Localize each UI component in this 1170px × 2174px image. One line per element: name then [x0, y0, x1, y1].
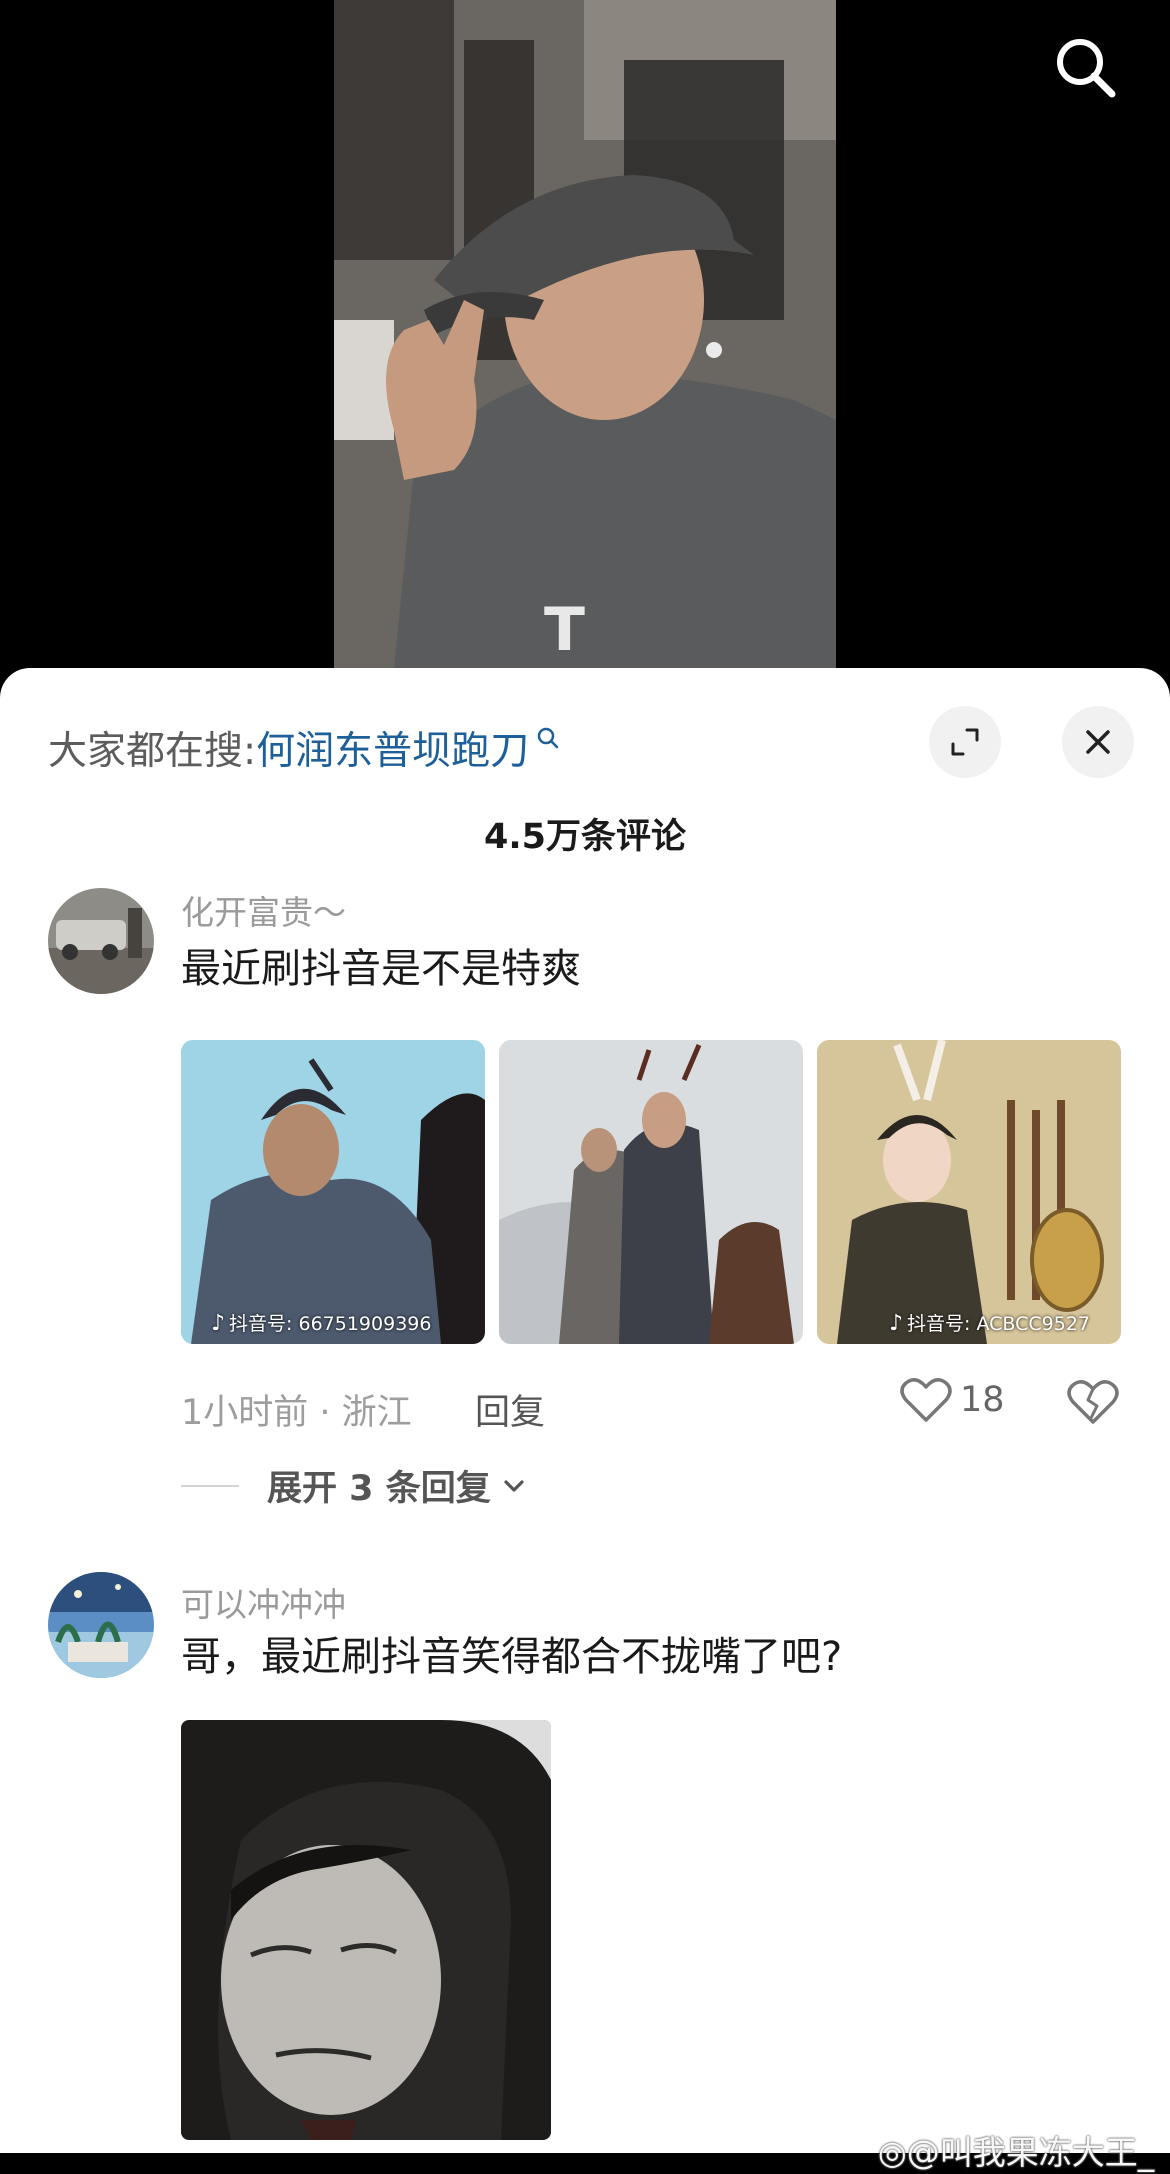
expand-replies-button[interactable]: 展开 3 条回复 — [181, 1460, 529, 1511]
close-icon — [1086, 730, 1110, 754]
trending-term-link[interactable]: 何润东普坝跑刀 — [256, 720, 529, 776]
chevron-down-icon — [504, 1479, 524, 1492]
comment-image-2[interactable] — [499, 1040, 803, 1344]
comment-text: 哥，最近刷抖音笑得都合不拢嘴了吧? — [181, 1634, 843, 1680]
video-still-image: T — [334, 0, 836, 668]
illustrated-general-image — [817, 1040, 1121, 1344]
divider-line — [181, 1484, 239, 1487]
trending-search[interactable]: 大家都在搜: 何润东普坝跑刀 — [48, 718, 561, 778]
comment-time-location: 1小时前 · 浙江 — [181, 1393, 412, 1433]
trending-label: 大家都在搜: — [48, 729, 257, 774]
comment-image[interactable] — [181, 1720, 551, 2140]
trending-search-icon — [537, 727, 559, 749]
tiktok-note-icon: ♪ — [211, 1311, 226, 1336]
avatar[interactable] — [48, 888, 154, 994]
comments-sheet: 大家都在搜: 何润东普坝跑刀 4.5万条评论 化开富贵〜 最近刷抖音是不是特爽 … — [0, 668, 1170, 2153]
image-watermark: ♪ 抖音号: 66751909396 — [211, 1311, 432, 1336]
expand-icon — [951, 728, 979, 756]
like-count: 18 — [960, 1380, 1005, 1420]
comment-username[interactable]: 可以冲冲冲 — [181, 1578, 346, 1626]
general-armor-image — [181, 1040, 485, 1344]
search-icon[interactable] — [1048, 30, 1124, 106]
weibo-watermark: ◎@叫我果冻大王_ — [878, 2133, 1155, 2172]
expand-replies-label: 展开 3 条回复 — [267, 1469, 491, 1509]
avatar-image — [48, 888, 154, 994]
heart-icon — [900, 1378, 952, 1422]
image-watermark: ♪ 抖音号: ACBCC9527 — [889, 1311, 1091, 1336]
tiktok-note-icon: ♪ — [889, 1311, 904, 1336]
avatar-image — [48, 1572, 154, 1678]
comment-image-3[interactable]: ♪ 抖音号: ACBCC9527 — [817, 1040, 1121, 1344]
video-frame[interactable]: T — [334, 0, 836, 668]
broken-heart-icon — [1067, 1380, 1119, 1424]
avatar[interactable] — [48, 1572, 154, 1678]
comment-text: 最近刷抖音是不是特爽 — [181, 946, 581, 992]
expand-sheet-button[interactable] — [929, 706, 1001, 778]
video-player[interactable]: T — [0, 0, 1170, 700]
search-button[interactable] — [1048, 30, 1124, 106]
dislike-button[interactable] — [1067, 1378, 1119, 1430]
like-button[interactable]: 18 — [900, 1376, 1005, 1424]
reply-button[interactable]: 回复 — [475, 1384, 545, 1435]
comment-image-1[interactable]: ♪ 抖音号: 66751909396 — [181, 1040, 485, 1344]
close-sheet-button[interactable] — [1062, 706, 1134, 778]
comment-count: 4.5万条评论 — [483, 817, 686, 857]
svg-text:T: T — [544, 595, 585, 665]
smug-face-image — [181, 1720, 551, 2140]
warriors-image — [499, 1040, 803, 1344]
comment-username[interactable]: 化开富贵〜 — [181, 886, 346, 934]
